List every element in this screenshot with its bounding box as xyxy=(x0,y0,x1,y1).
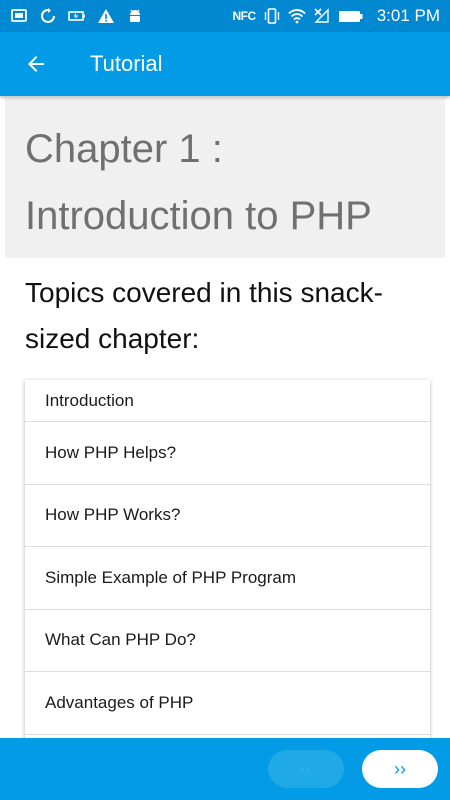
topic-item-introduction[interactable]: Introduction xyxy=(25,380,430,422)
nfc-icon: NFC xyxy=(232,9,257,23)
previous-button[interactable]: ‹‹ xyxy=(268,750,344,788)
back-button[interactable] xyxy=(18,46,54,82)
vibrate-icon xyxy=(263,7,281,25)
topic-item-how-php-helps[interactable]: How PHP Helps? xyxy=(25,422,430,485)
chapter-title-line2: Introduction to PHP xyxy=(25,194,372,238)
topic-item-advantages[interactable]: Advantages of PHP xyxy=(25,672,430,735)
no-signal-icon xyxy=(313,7,331,25)
status-bar: NFC 3:01 PM xyxy=(0,0,450,32)
app-title: Tutorial xyxy=(90,51,163,76)
topic-list: Introduction How PHP Helps? How PHP Work… xyxy=(25,380,430,740)
warning-icon xyxy=(97,7,115,25)
chapter-title-line1: Chapter 1 : xyxy=(25,127,223,171)
sync-icon xyxy=(39,7,57,25)
topic-item-how-php-works[interactable]: How PHP Works? xyxy=(25,485,430,547)
chapter-header: Chapter 1 : Introduction to PHP xyxy=(5,98,445,258)
wifi-icon xyxy=(288,7,306,25)
bottom-nav-bar: ‹‹ ›› xyxy=(0,738,450,800)
topic-item-simple-example[interactable]: Simple Example of PHP Program xyxy=(25,547,430,610)
status-left-icons xyxy=(10,7,144,25)
next-button[interactable]: ›› xyxy=(362,750,438,788)
screen-mirror-icon xyxy=(10,7,28,25)
battery-saver-icon xyxy=(68,7,86,25)
topics-heading: Topics covered in this snack-sized chapt… xyxy=(25,277,383,354)
status-right-icons: NFC 3:01 PM xyxy=(233,6,440,26)
app-bar: Tutorial xyxy=(0,32,450,96)
android-debug-icon xyxy=(126,7,144,25)
battery-icon xyxy=(338,7,364,25)
arrow-back-icon xyxy=(28,56,44,72)
topic-item-what-can-php-do[interactable]: What Can PHP Do? xyxy=(25,610,430,672)
status-clock: 3:01 PM xyxy=(376,6,440,25)
